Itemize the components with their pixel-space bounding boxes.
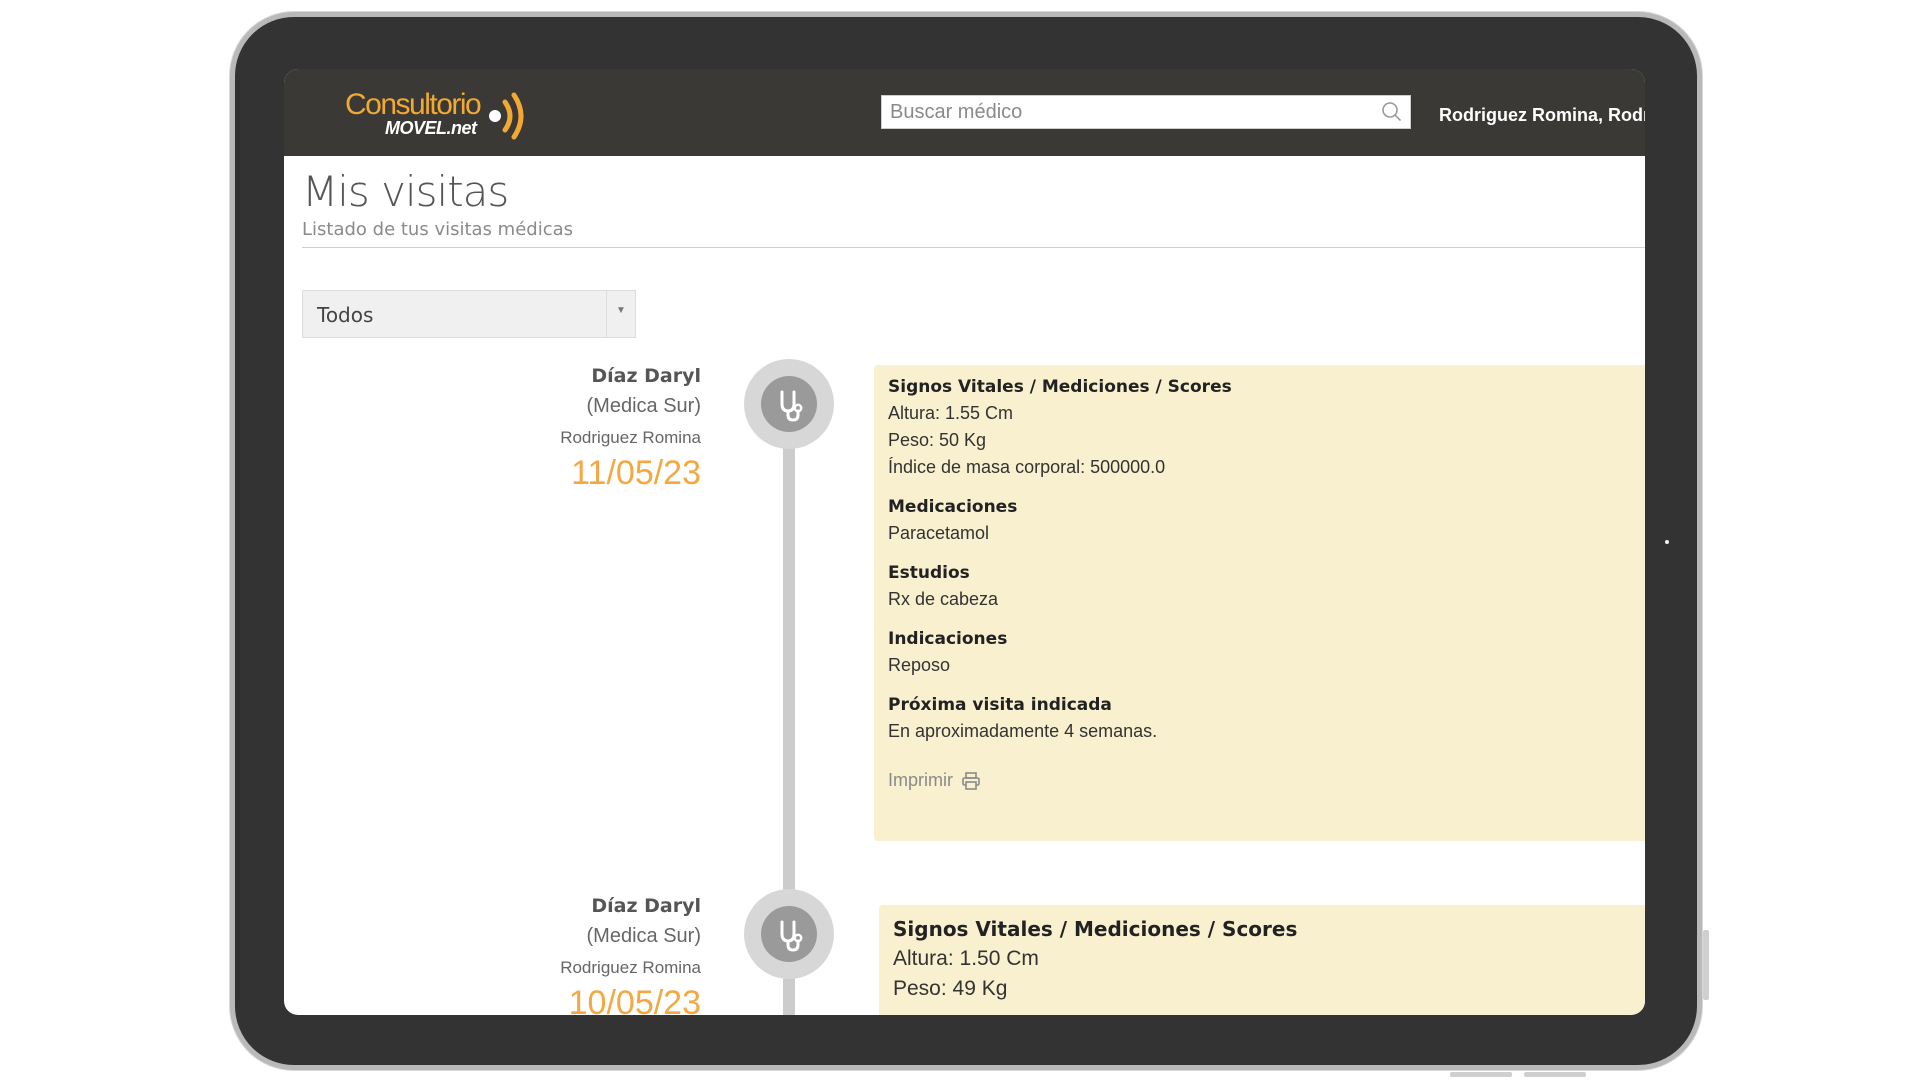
stethoscope-icon bbox=[780, 390, 803, 422]
tablet-bottom-button bbox=[1524, 1072, 1586, 1077]
vital-height: Altura: 1.55 Cm bbox=[888, 403, 1014, 423]
visit-date: 11/05/23 bbox=[571, 454, 701, 492]
search-icon[interactable] bbox=[1380, 101, 1402, 123]
clinic-name: (Medica Sur) bbox=[586, 395, 701, 417]
section-medications: Medicaciones Paracetamol bbox=[888, 497, 1232, 544]
section-title: Estudios bbox=[888, 563, 970, 583]
printer-icon bbox=[962, 771, 980, 790]
logo[interactable]: Consultorio MOVEL.net bbox=[345, 85, 545, 145]
patient-name: Rodriguez Romina bbox=[560, 958, 701, 977]
timeline-node bbox=[744, 889, 834, 979]
section-title: Signos Vitales / Mediciones / Scores bbox=[888, 377, 1232, 397]
next-visit-text: En aproximadamente 4 semanas. bbox=[888, 721, 1158, 741]
section-indications: Indicaciones Reposo bbox=[888, 629, 1232, 676]
section-vitals: Signos Vitales / Mediciones / Scores Alt… bbox=[888, 377, 1232, 478]
search-input[interactable] bbox=[882, 96, 1378, 128]
logo-text-bottom: MOVEL.net bbox=[385, 118, 477, 138]
visit-meta: Díaz Daryl (Medica Sur) Rodriguez Romina… bbox=[284, 895, 701, 1015]
doctor-name: Díaz Daryl bbox=[591, 895, 701, 917]
patient-name: Rodriguez Romina bbox=[560, 428, 701, 447]
section-vitals: Signos Vitales / Mediciones / Scores Alt… bbox=[893, 917, 1297, 1001]
divider bbox=[302, 247, 1645, 248]
section-title: Próxima visita indicada bbox=[888, 695, 1112, 715]
search-box[interactable] bbox=[881, 95, 1411, 129]
page-subtitle: Listado de tus visitas médicas bbox=[302, 219, 574, 240]
section-title: Indicaciones bbox=[888, 629, 1008, 649]
section-title: Signos Vitales / Mediciones / Scores bbox=[893, 917, 1298, 941]
logo-text-top: Consultorio bbox=[345, 88, 482, 121]
top-bar: Consultorio MOVEL.net Rodriguez Romina, … bbox=[284, 69, 1645, 156]
vital-bmi: Índice de masa corporal: 500000.0 bbox=[888, 457, 1166, 477]
tablet-side-button bbox=[1703, 930, 1709, 1000]
print-label: Imprimir bbox=[888, 770, 953, 790]
indication-item: Reposo bbox=[888, 655, 951, 675]
study-item: Rx de cabeza bbox=[888, 589, 999, 609]
visit-meta: Díaz Daryl (Medica Sur) Rodriguez Romina… bbox=[284, 365, 701, 493]
section-title: Medicaciones bbox=[888, 497, 1018, 517]
doctor-name: Díaz Daryl bbox=[591, 365, 701, 387]
page-title: Mis visitas bbox=[302, 167, 509, 216]
user-menu[interactable]: Rodriguez Romina, Rodri bbox=[1439, 105, 1645, 126]
vital-weight: Peso: 49 Kg bbox=[893, 977, 1008, 1000]
tablet-camera bbox=[1665, 540, 1669, 544]
vital-weight: Peso: 50 Kg bbox=[888, 430, 987, 450]
vital-height: Altura: 1.50 Cm bbox=[893, 947, 1039, 970]
stethoscope-icon bbox=[780, 920, 803, 952]
section-next-visit: Próxima visita indicada En aproximadamen… bbox=[888, 695, 1232, 742]
visit-card: Signos Vitales / Mediciones / Scores Alt… bbox=[874, 365, 1645, 841]
filter-select[interactable]: Todos ▼ bbox=[302, 290, 636, 338]
clinic-name: (Medica Sur) bbox=[586, 925, 701, 947]
signal-waves-icon bbox=[489, 92, 524, 140]
filter-selected-value: Todos bbox=[317, 303, 374, 327]
timeline-node bbox=[744, 359, 834, 449]
app-screen: Consultorio MOVEL.net Rodriguez Romina, … bbox=[284, 69, 1645, 1015]
section-studies: Estudios Rx de cabeza bbox=[888, 563, 1232, 610]
print-link[interactable]: Imprimir bbox=[888, 770, 1232, 791]
chevron-down-icon[interactable]: ▼ bbox=[616, 305, 626, 316]
visit-date: 10/05/23 bbox=[568, 984, 701, 1015]
tablet-bottom-button bbox=[1450, 1072, 1512, 1077]
medication-item: Paracetamol bbox=[888, 523, 990, 543]
divider bbox=[606, 291, 607, 337]
visit-card: Signos Vitales / Mediciones / Scores Alt… bbox=[879, 905, 1645, 1015]
